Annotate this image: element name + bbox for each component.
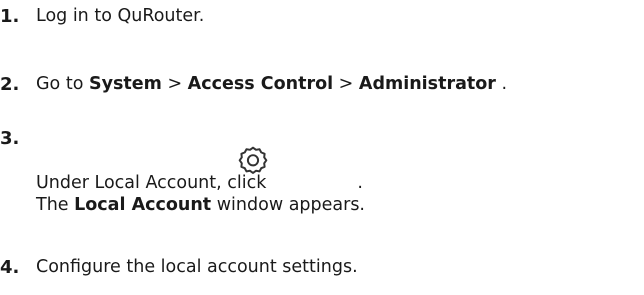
step-line-2: The Local Account window appears. [36,195,365,215]
step-suffix: . [495,74,508,94]
local-account-label: Local Account [74,195,212,215]
path-separator: > [161,74,188,94]
step-number: 3. [0,128,20,149]
step-text: Go to System > Access Control > Administ… [36,74,507,94]
step-text: Under Local Account, click. The Local Ac… [36,173,365,215]
step-line-1: Under Local Account, click. [36,173,365,193]
step-number: 4. [0,257,20,278]
step-prefix: Go to [36,74,89,94]
step-number: 2. [0,74,20,95]
step-text: Configure the local account settings. [36,257,358,277]
step-text: Log in to QuRouter. [36,6,205,26]
step-line-1-suffix: . [357,173,363,193]
path-separator: > [333,74,359,94]
menu-path-administrator: Administrator [358,74,496,94]
step-number: 1. [0,6,20,27]
menu-path-system: System [88,74,162,94]
menu-path-access-control: Access Control [187,74,334,94]
gear-icon [208,124,298,198]
